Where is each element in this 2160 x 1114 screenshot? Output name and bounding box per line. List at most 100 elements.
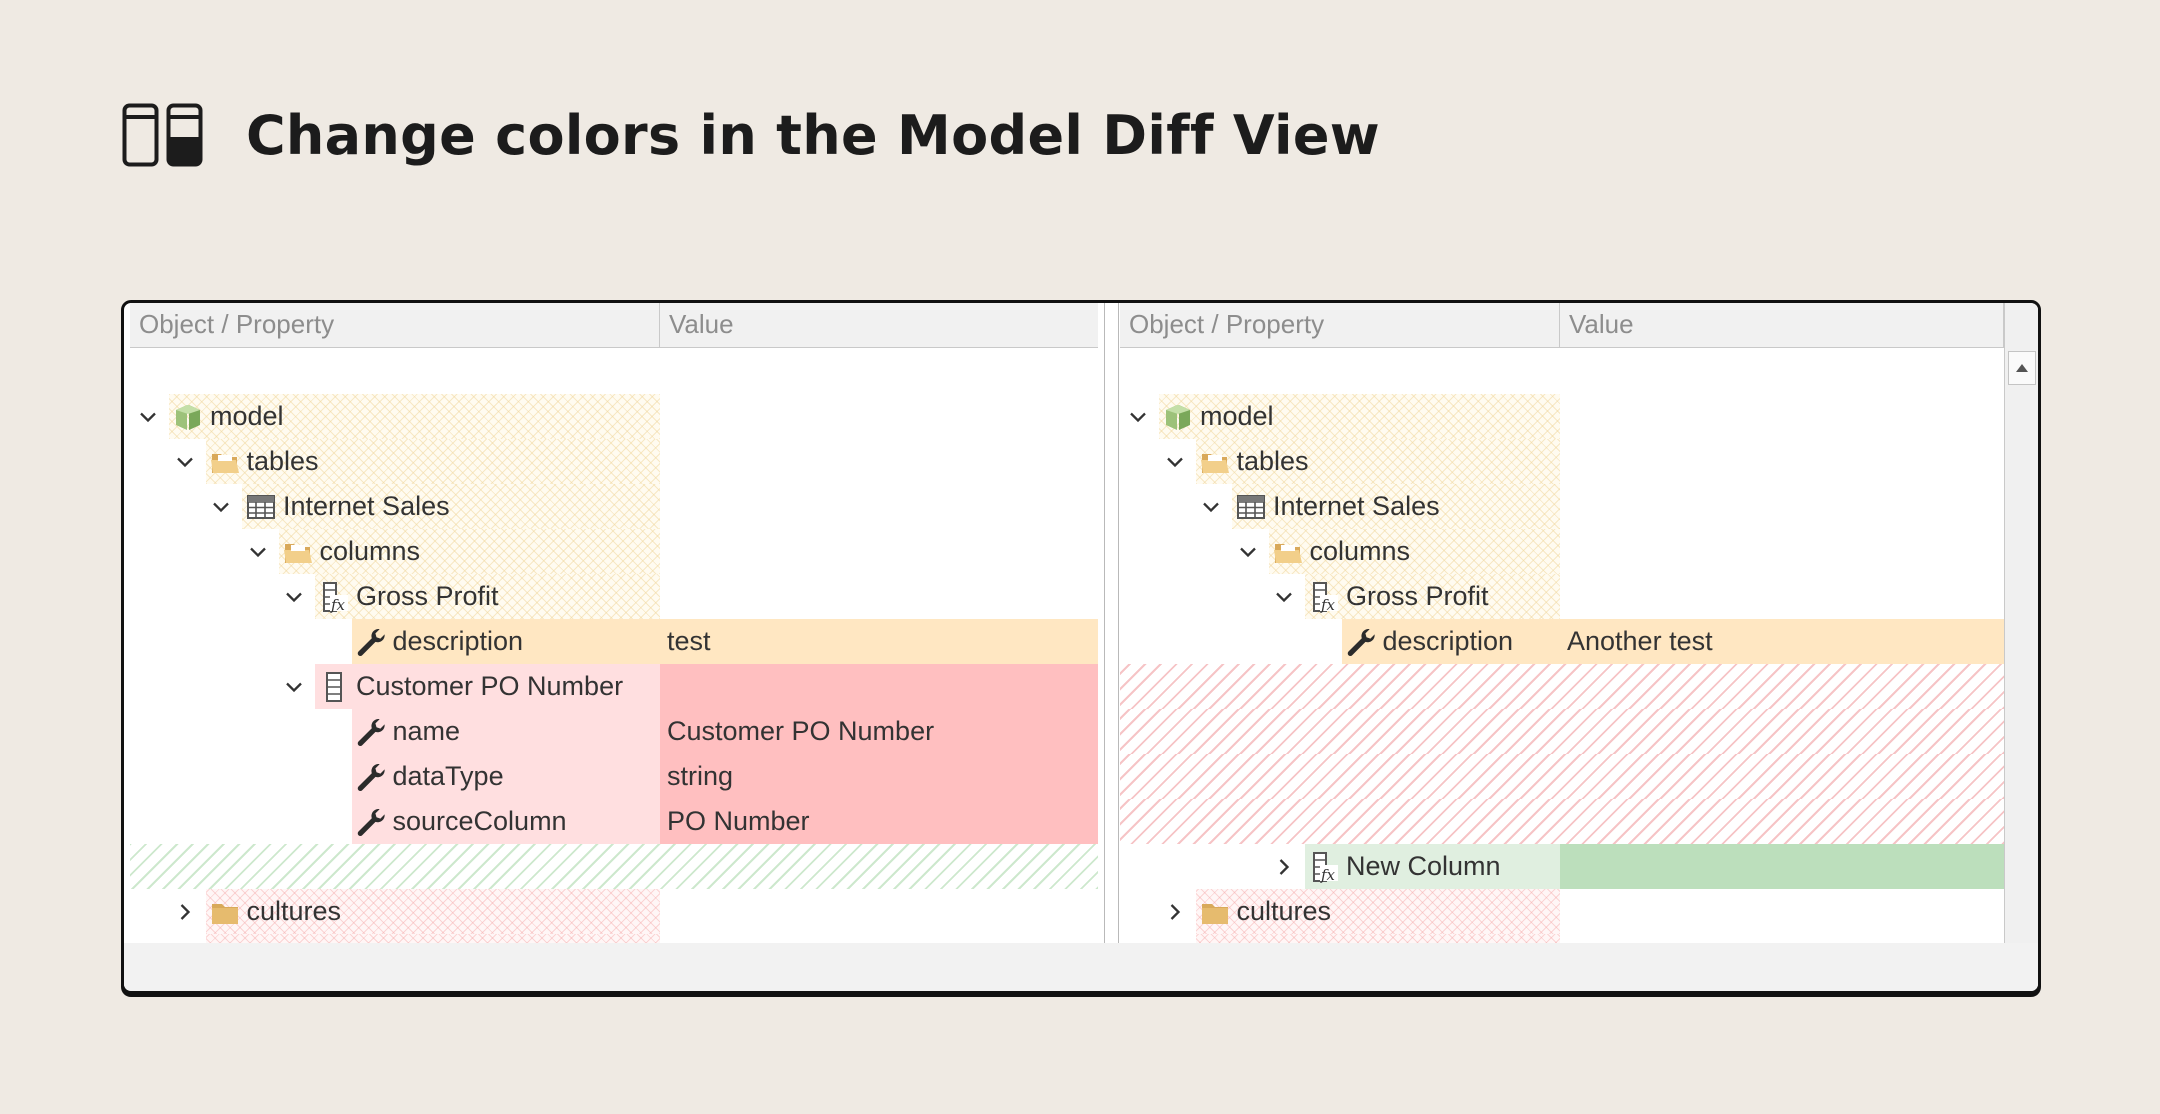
wrench-icon [1345,626,1377,658]
tree-row[interactable]: fx New Column [1120,844,2004,889]
wrench-icon [355,626,387,658]
object-label: tables [246,446,319,476]
value-cell: Customer PO Number [667,716,935,746]
object-cell: cultures [1165,889,1331,934]
value-cell [660,934,1098,943]
chevron-down-icon[interactable] [1274,587,1294,607]
tree-row[interactable]: cultures [1120,889,2004,934]
object-cell: model [1128,394,1274,439]
object-label: Internet Sales [283,491,450,521]
object-cell: sourceColumn [321,799,567,844]
left-column-header-object[interactable]: Object / Property [130,303,660,347]
object-label: New Column [1346,851,1501,881]
chevron-down-icon[interactable] [175,452,195,472]
compare-view-icon [122,103,203,167]
tree-row[interactable]: perspectives [130,934,1098,943]
svg-text:fx: fx [1320,866,1336,883]
chevron-right-icon[interactable] [175,902,195,922]
model-icon [172,401,204,433]
tree-row[interactable]: columns [1120,529,2004,574]
object-cell: Internet Sales [1201,484,1440,529]
object-label: sourceColumn [392,806,567,836]
folder-open-icon [282,536,314,568]
value-cell [1560,529,2004,574]
wrench-icon [355,806,387,838]
removed-placeholder-row [1120,799,2004,844]
chevron-down-icon[interactable] [284,677,304,697]
left-column-header-value[interactable]: Value [660,303,1098,347]
right-column-header-object[interactable]: Object / Property [1120,303,1560,347]
chevron-down-icon[interactable] [1238,542,1258,562]
value-cell [660,394,1098,439]
value-cell [660,664,1098,709]
object-cell: fx Gross Profit [1274,574,1489,619]
right-header: Object / Property Value [1120,303,2004,348]
tree-row[interactable]: model [130,394,1098,439]
object-label: dataType [392,761,504,791]
removed-placeholder-row [1120,664,2004,709]
page-header: Change colors in the Model Diff View [122,100,1380,170]
chevron-down-icon[interactable] [1201,497,1221,517]
tree-row[interactable]: name Customer PO Number [130,709,1098,754]
wrench-icon [355,761,387,793]
table-icon [245,491,277,523]
tree-row[interactable]: cultures [130,889,1098,934]
chevron-down-icon[interactable] [211,497,231,517]
scroll-up-icon[interactable] [2008,351,2036,385]
object-label: Internet Sales [1273,491,1440,521]
chevron-right-icon[interactable] [1274,857,1294,877]
chevron-down-icon[interactable] [1128,407,1148,427]
removed-placeholder-row [1120,709,2004,754]
value-cell: PO Number [667,806,810,836]
chevron-down-icon[interactable] [1165,452,1185,472]
left-pane: Object / Property Value model tables Inter… [130,303,1098,943]
object-cell: perspectives [175,934,399,943]
object-label: cultures [246,896,342,926]
value-cell [1560,394,2004,439]
svg-text:fx: fx [330,596,346,613]
value-cell [660,484,1098,529]
tree-row[interactable]: Customer PO Number [130,664,1098,709]
object-cell: perspectives [1165,934,1389,943]
object-cell: tables [1165,439,1309,484]
object-label: name [392,716,461,746]
object-label: model [1200,401,1274,431]
chevron-right-icon[interactable] [1165,902,1185,922]
calculated-column-icon: fx [1308,581,1340,614]
model-icon [1162,401,1194,433]
chevron-down-icon[interactable] [284,587,304,607]
object-label: Customer PO Number [356,671,624,701]
vertical-scrollbar[interactable] [2004,303,2038,943]
tree-row[interactable]: Internet Sales [130,484,1098,529]
tree-row[interactable]: description test [130,619,1098,664]
pane-splitter[interactable] [1098,303,1120,943]
value-cell: test [667,626,711,656]
object-cell: Customer PO Number [284,664,623,709]
tree-row[interactable]: sourceColumn PO Number [130,799,1098,844]
object-cell: fx Gross Profit [284,574,499,619]
object-label: columns [1309,536,1411,566]
folder-icon [1199,896,1231,928]
right-pane: Object / Property Value model tables Inter… [1120,303,2004,943]
object-cell: description [1311,619,1513,664]
tree-row[interactable]: Internet Sales [1120,484,2004,529]
tree-row[interactable]: tables [130,439,1098,484]
object-cell: name [321,709,461,754]
value-cell [1560,439,2004,484]
chevron-down-icon[interactable] [138,407,158,427]
tree-row[interactable]: perspectives [1120,934,2004,943]
tree-row[interactable]: tables [1120,439,2004,484]
tree-row[interactable]: fx Gross Profit [1120,574,2004,619]
value-cell [1560,484,2004,529]
tree-row[interactable]: description Another test [1120,619,2004,664]
chevron-down-icon[interactable] [248,542,268,562]
tree-row[interactable]: fx Gross Profit [130,574,1098,619]
tree-row[interactable]: dataType string [130,754,1098,799]
tree-row[interactable]: columns [130,529,1098,574]
value-cell [660,889,1098,934]
tree-row[interactable]: model [1120,394,2004,439]
value-cell [1560,889,2004,934]
right-column-header-value[interactable]: Value [1560,303,2004,347]
object-cell: tables [175,439,319,484]
data-column-icon [318,671,350,703]
